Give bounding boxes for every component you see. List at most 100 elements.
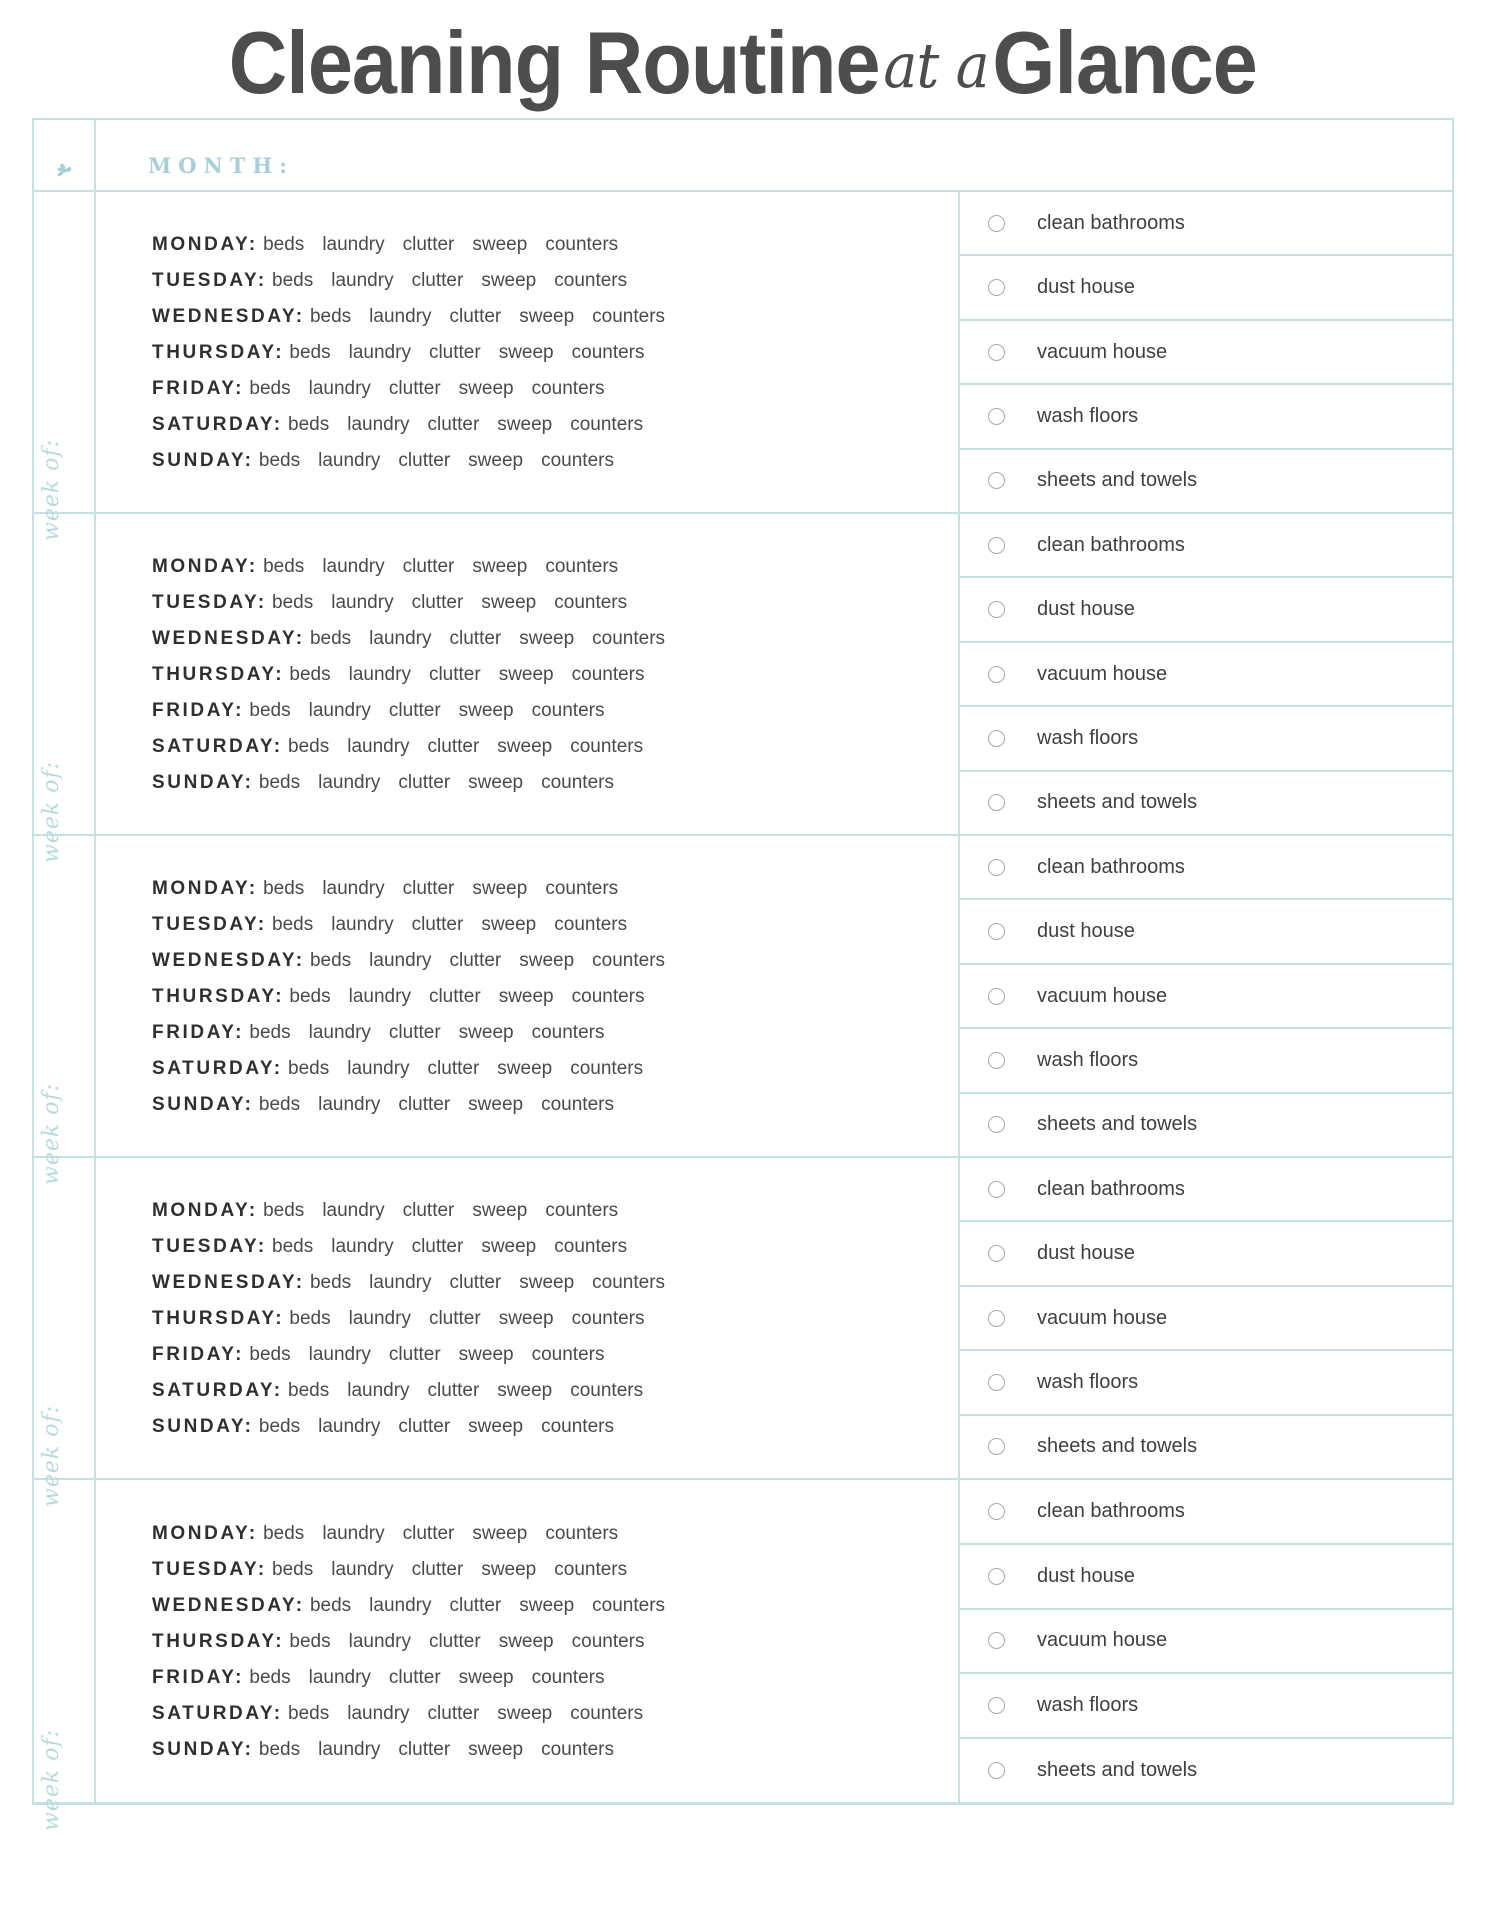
task-item[interactable]: laundry (331, 914, 411, 935)
task-item[interactable]: counters (541, 1416, 614, 1437)
task-item[interactable]: laundry (309, 1344, 389, 1365)
task-item[interactable]: beds (263, 234, 322, 255)
task-item[interactable]: clutter (412, 914, 482, 935)
task-item[interactable]: sweep (472, 1523, 545, 1544)
task-item[interactable]: clutter (403, 556, 473, 577)
day-row[interactable]: TUESDAY: beds laundry clutter sweep counters (152, 1228, 958, 1264)
task-item[interactable]: counters (545, 878, 618, 899)
task-item[interactable]: clutter (429, 342, 499, 363)
task-item[interactable]: laundry (322, 1523, 402, 1544)
task-item[interactable]: laundry (347, 1380, 427, 1401)
task-item[interactable]: beds (272, 592, 331, 613)
task-item[interactable]: laundry (331, 592, 411, 613)
task-item[interactable]: laundry (331, 1236, 411, 1257)
checkbox-icon[interactable] (988, 729, 1005, 747)
day-row[interactable]: TUESDAY: beds laundry clutter sweep counters (152, 584, 958, 620)
task-item[interactable]: beds (289, 664, 348, 685)
task-item[interactable]: sweep (497, 1058, 570, 1079)
task-item[interactable]: sweep (519, 1272, 592, 1293)
task-item[interactable]: clutter (429, 1308, 499, 1329)
task-item[interactable]: clutter (389, 1022, 459, 1043)
task-item[interactable]: clutter (450, 628, 520, 649)
day-row[interactable]: MONDAY: beds laundry clutter sweep counters (152, 1515, 958, 1551)
day-row[interactable]: SATURDAY: beds laundry clutter sweep counter… (152, 1372, 958, 1408)
task-item[interactable]: laundry (349, 986, 429, 1007)
day-row[interactable]: FRIDAY: beds laundry clutter sweep counters (152, 1659, 958, 1695)
day-row[interactable]: SATURDAY: beds laundry clutter sweep counter… (152, 728, 958, 764)
task-item[interactable]: clutter (389, 700, 459, 721)
task-item[interactable]: beds (310, 1272, 369, 1293)
checklist-row[interactable]: vacuum house (960, 1610, 1452, 1675)
task-item[interactable]: clutter (412, 1236, 482, 1257)
checkbox-icon[interactable] (988, 858, 1005, 876)
checkbox-icon[interactable] (988, 923, 1005, 941)
task-item[interactable]: clutter (403, 1523, 473, 1544)
task-item[interactable]: laundry (369, 1595, 449, 1616)
checklist-row[interactable]: vacuum house (960, 965, 1452, 1030)
task-item[interactable]: sweep (519, 306, 592, 327)
checkbox-icon[interactable] (988, 1567, 1005, 1585)
checkbox-icon[interactable] (988, 987, 1005, 1005)
task-item[interactable]: laundry (318, 450, 398, 471)
task-item[interactable]: laundry (318, 1094, 398, 1115)
task-item[interactable]: counters (592, 950, 665, 971)
task-item[interactable]: laundry (309, 1667, 389, 1688)
day-row[interactable]: THURSDAY: beds laundry clutter sweep counter… (152, 334, 958, 370)
task-item[interactable]: beds (249, 700, 308, 721)
task-item[interactable]: beds (259, 1739, 318, 1760)
task-item[interactable]: clutter (412, 592, 482, 613)
day-row[interactable]: TUESDAY: beds laundry clutter sweep counters (152, 906, 958, 942)
task-item[interactable]: sweep (499, 1631, 572, 1652)
task-item[interactable]: clutter (450, 950, 520, 971)
task-item[interactable]: counters (554, 914, 627, 935)
checklist-row[interactable]: sheets and towels (960, 1094, 1452, 1156)
task-item[interactable]: laundry (309, 700, 389, 721)
task-item[interactable]: beds (288, 736, 347, 757)
day-row[interactable]: WEDNESDAY: beds laundry clutter sweep counte… (152, 298, 958, 334)
task-item[interactable]: laundry (347, 1058, 427, 1079)
task-item[interactable]: beds (272, 270, 331, 291)
task-item[interactable]: counters (592, 306, 665, 327)
task-item[interactable]: sweep (481, 270, 554, 291)
task-item[interactable]: laundry (349, 342, 429, 363)
task-item[interactable]: clutter (428, 414, 498, 435)
task-item[interactable]: counters (545, 1523, 618, 1544)
day-row[interactable]: THURSDAY: beds laundry clutter sweep counter… (152, 656, 958, 692)
task-item[interactable]: laundry (369, 306, 449, 327)
task-item[interactable]: laundry (349, 1308, 429, 1329)
task-item[interactable]: laundry (322, 1200, 402, 1221)
day-row[interactable]: SATURDAY: beds laundry clutter sweep counter… (152, 1695, 958, 1731)
task-item[interactable]: sweep (519, 628, 592, 649)
checklist-row[interactable]: wash floors (960, 385, 1452, 450)
task-item[interactable]: laundry (318, 1416, 398, 1437)
task-item[interactable]: counters (554, 592, 627, 613)
task-item[interactable]: laundry (309, 378, 389, 399)
checkbox-icon[interactable] (988, 1697, 1005, 1715)
checklist-row[interactable]: wash floors (960, 707, 1452, 772)
task-item[interactable]: sweep (459, 378, 532, 399)
checklist-row[interactable]: dust house (960, 1222, 1452, 1287)
day-row[interactable]: SUNDAY: beds laundry clutter sweep counters (152, 1731, 958, 1767)
task-item[interactable]: clutter (398, 1739, 468, 1760)
day-row[interactable]: TUESDAY: beds laundry clutter sweep counters (152, 262, 958, 298)
checkbox-icon[interactable] (988, 1632, 1005, 1650)
task-item[interactable]: laundry (322, 234, 402, 255)
task-item[interactable]: clutter (398, 1416, 468, 1437)
task-item[interactable]: laundry (318, 772, 398, 793)
task-item[interactable]: sweep (519, 950, 592, 971)
checkbox-icon[interactable] (988, 1373, 1005, 1391)
task-item[interactable]: counters (532, 1344, 605, 1365)
task-item[interactable]: counters (541, 450, 614, 471)
task-item[interactable]: sweep (468, 450, 541, 471)
task-item[interactable]: sweep (468, 1739, 541, 1760)
task-item[interactable]: clutter (450, 306, 520, 327)
checklist-row[interactable]: sheets and towels (960, 1739, 1452, 1802)
task-item[interactable]: counters (541, 1739, 614, 1760)
task-item[interactable]: counters (545, 556, 618, 577)
task-item[interactable]: beds (263, 1523, 322, 1544)
task-item[interactable]: beds (289, 986, 348, 1007)
task-item[interactable]: beds (259, 450, 318, 471)
task-item[interactable]: sweep (497, 1703, 570, 1724)
day-row[interactable]: FRIDAY: beds laundry clutter sweep counters (152, 370, 958, 406)
task-item[interactable]: laundry (349, 664, 429, 685)
